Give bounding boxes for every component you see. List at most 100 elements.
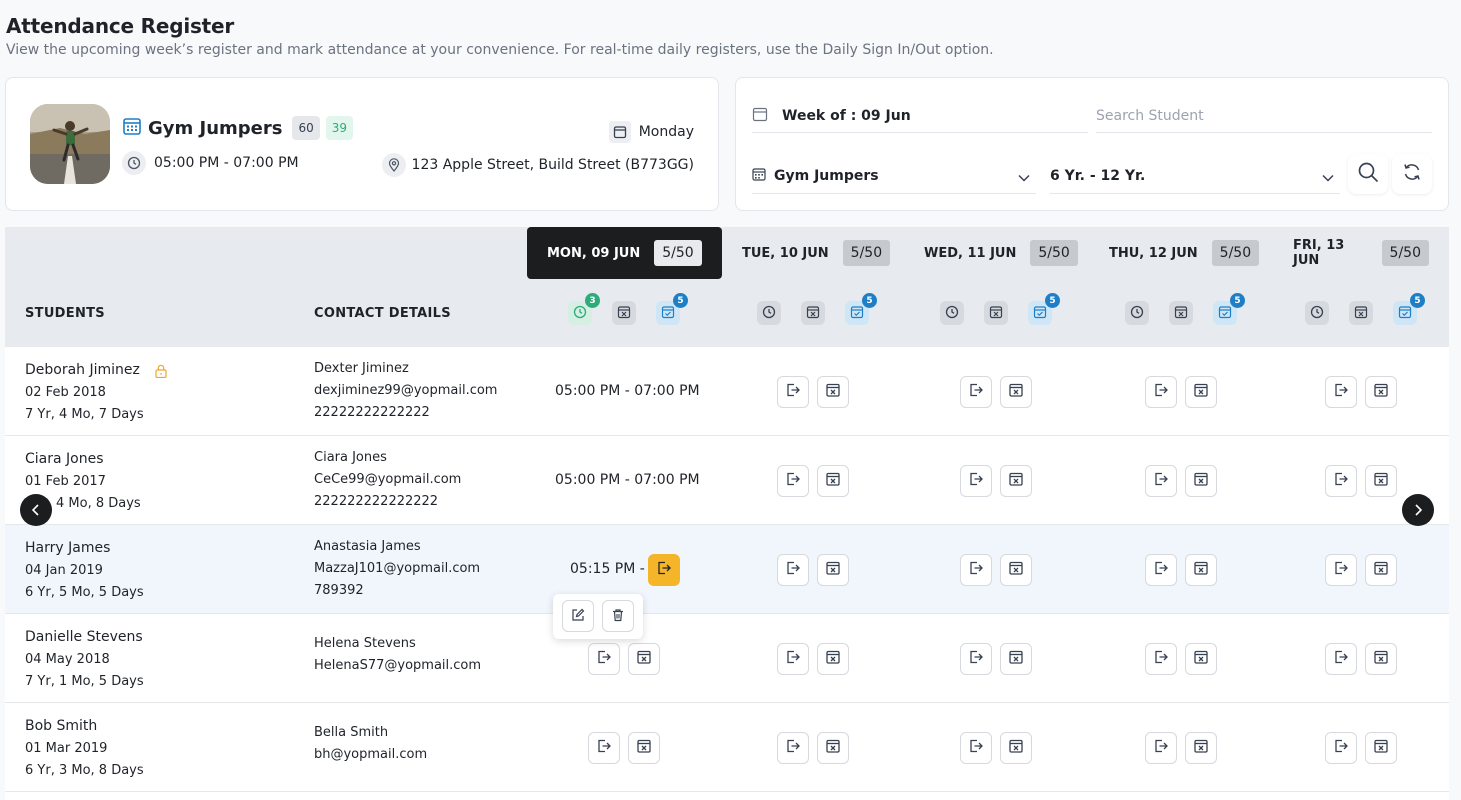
sign-in-button[interactable]	[1325, 643, 1357, 675]
sign-in-button[interactable]	[1145, 376, 1177, 408]
mark-absent-button[interactable]	[1365, 732, 1397, 764]
sign-in-button[interactable]	[1145, 732, 1177, 764]
contact-name: Helena Stevens	[314, 636, 416, 651]
day-label: MON, 09 JUN	[547, 245, 641, 261]
booked-filter[interactable]: 5	[656, 293, 688, 325]
absent-filter[interactable]	[801, 301, 825, 325]
sign-in-button[interactable]	[1145, 465, 1177, 497]
mark-absent-button[interactable]	[817, 732, 849, 764]
mark-absent-button[interactable]	[628, 643, 660, 675]
sign-in-button[interactable]	[1145, 554, 1177, 586]
calendar-check-icon	[850, 304, 864, 323]
sign-in-button[interactable]	[777, 643, 809, 675]
sign-in-button[interactable]	[1145, 643, 1177, 675]
mark-absent-button[interactable]	[1185, 643, 1217, 675]
attendance-time[interactable]: 05:15 PM -	[570, 561, 645, 577]
mark-absent-button[interactable]	[1000, 643, 1032, 675]
student-name[interactable]: Deborah Jiminez	[25, 362, 140, 378]
absent-filter[interactable]	[984, 301, 1008, 325]
mark-absent-button[interactable]	[1000, 732, 1032, 764]
age-range-select[interactable]: 6 Yr. - 12 Yr.	[1050, 158, 1340, 194]
search-button[interactable]	[1348, 154, 1388, 194]
sign-in-button[interactable]	[960, 376, 992, 408]
capacity-badge: 5/50	[654, 240, 702, 266]
absent-filter[interactable]	[1169, 301, 1193, 325]
sign-in-button[interactable]	[960, 554, 992, 586]
signed-in-filter[interactable]	[1305, 301, 1329, 325]
week-picker[interactable]: Week of : 09 Jun	[752, 100, 1088, 133]
calendar-icon	[608, 121, 631, 143]
sign-in-icon	[1153, 471, 1169, 491]
student-name[interactable]: Harry James	[25, 540, 110, 556]
signed-in-filter[interactable]	[757, 301, 781, 325]
student-name[interactable]: Bob Smith	[25, 718, 97, 734]
search-input[interactable]	[1096, 108, 1432, 124]
day-header-wed[interactable]: WED, 11 JUN 5/50	[904, 227, 1098, 279]
mark-absent-button[interactable]	[1000, 554, 1032, 586]
student-dob: 01 Mar 2019	[25, 741, 108, 756]
refresh-button[interactable]	[1392, 154, 1432, 194]
signed-in-filter[interactable]	[940, 301, 964, 325]
contact-column-header: CONTACT DETAILS	[314, 306, 451, 321]
mark-absent-button[interactable]	[817, 376, 849, 408]
delete-button[interactable]	[602, 600, 634, 632]
edit-button[interactable]	[562, 600, 594, 632]
sign-out-button[interactable]	[648, 554, 680, 586]
absent-icon	[1193, 560, 1209, 580]
sign-in-button[interactable]	[777, 554, 809, 586]
mark-absent-button[interactable]	[1185, 732, 1217, 764]
sign-in-button[interactable]	[1325, 732, 1357, 764]
sign-in-button[interactable]	[1325, 376, 1357, 408]
sign-in-icon	[785, 471, 801, 491]
mark-absent-button[interactable]	[1000, 465, 1032, 497]
absent-filter[interactable]	[612, 301, 636, 325]
mark-absent-button[interactable]	[817, 554, 849, 586]
scroll-left-button[interactable]	[20, 494, 52, 526]
booked-filter[interactable]: 5	[845, 293, 877, 325]
sign-in-button[interactable]	[1325, 465, 1357, 497]
attendance-time[interactable]: 05:00 PM - 07:00 PM	[555, 472, 700, 488]
mark-absent-button[interactable]	[1185, 376, 1217, 408]
mark-absent-button[interactable]	[817, 643, 849, 675]
filter-card: Week of : 09 Jun Gym Jumpers 6 Yr. - 12 …	[735, 77, 1449, 211]
student-name[interactable]: Danielle Stevens	[25, 629, 143, 645]
mark-absent-button[interactable]	[628, 732, 660, 764]
attendance-time[interactable]: 05:00 PM - 07:00 PM	[555, 383, 700, 399]
day-header-tue[interactable]: TUE, 10 JUN 5/50	[722, 227, 910, 279]
class-select[interactable]: Gym Jumpers	[752, 158, 1036, 194]
mark-absent-button[interactable]	[1185, 465, 1217, 497]
signed-in-filter[interactable]: 3	[568, 293, 600, 325]
sign-in-button[interactable]	[777, 465, 809, 497]
mark-absent-button[interactable]	[1185, 554, 1217, 586]
signed-in-filter[interactable]	[1125, 301, 1149, 325]
mark-absent-button[interactable]	[1000, 376, 1032, 408]
mark-absent-button[interactable]	[1365, 643, 1397, 675]
booked-filter[interactable]: 5	[1028, 293, 1060, 325]
day-header-thu[interactable]: THU, 12 JUN 5/50	[1089, 227, 1279, 279]
students-column-header: STUDENTS	[25, 306, 105, 321]
sign-in-button[interactable]	[1325, 554, 1357, 586]
day-header-mon[interactable]: MON, 09 JUN 5/50	[527, 227, 722, 279]
search-field[interactable]	[1096, 100, 1432, 133]
sign-in-button[interactable]	[588, 643, 620, 675]
mark-absent-button[interactable]	[817, 465, 849, 497]
sign-in-button[interactable]	[960, 643, 992, 675]
day-header-fri[interactable]: FRI, 13 JUN 5/50	[1273, 227, 1449, 279]
booked-filter[interactable]: 5	[1213, 293, 1245, 325]
scroll-right-button[interactable]	[1402, 494, 1434, 526]
sign-in-button[interactable]	[777, 732, 809, 764]
sign-in-button[interactable]	[777, 376, 809, 408]
sign-in-icon	[1333, 560, 1349, 580]
sign-in-button[interactable]	[588, 732, 620, 764]
absent-filter[interactable]	[1349, 301, 1373, 325]
sign-in-button[interactable]	[960, 465, 992, 497]
sign-in-button[interactable]	[960, 732, 992, 764]
day-label: TUE, 10 JUN	[742, 245, 829, 261]
page-subtitle: View the upcoming week’s register and ma…	[6, 42, 994, 58]
sign-in-icon	[968, 471, 984, 491]
mark-absent-button[interactable]	[1365, 465, 1397, 497]
booked-filter[interactable]: 5	[1393, 293, 1425, 325]
mark-absent-button[interactable]	[1365, 554, 1397, 586]
mark-absent-button[interactable]	[1365, 376, 1397, 408]
student-name[interactable]: Ciara Jones	[25, 451, 104, 467]
